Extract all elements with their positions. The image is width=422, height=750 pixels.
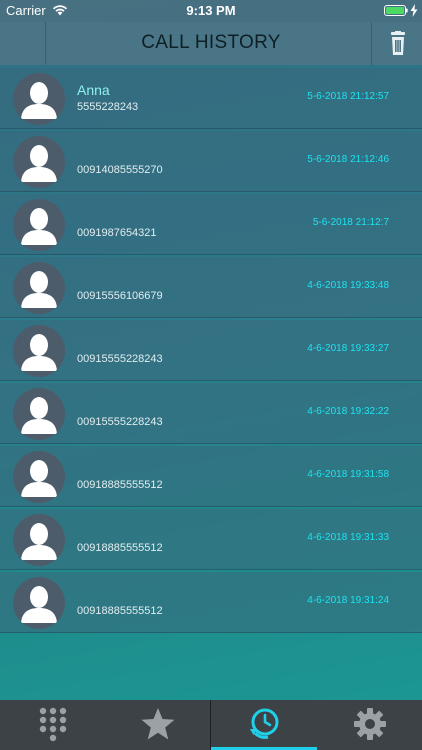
avatar — [13, 199, 65, 251]
call-history-row[interactable]: Anna 5555228243 5-6-2018 21:12:57 — [0, 68, 422, 129]
contact-name: Anna — [77, 82, 110, 98]
person-placeholder-icon — [21, 586, 57, 623]
call-history-row[interactable]: 00915556106679 4-6-2018 19:33:48 — [0, 257, 422, 318]
dialpad-icon — [39, 707, 66, 742]
person-placeholder-icon — [21, 82, 57, 119]
call-timestamp: 4-6-2018 19:33:48 — [307, 280, 389, 291]
avatar — [13, 262, 65, 314]
phone-number: 00918885555512 — [77, 542, 163, 554]
call-timestamp: 4-6-2018 19:32:22 — [307, 406, 389, 417]
tab-settings[interactable] — [317, 700, 422, 750]
person-placeholder-icon — [21, 271, 57, 308]
phone-number: 00918885555512 — [77, 479, 163, 491]
charging-bolt-icon — [410, 4, 418, 17]
tab-dialpad[interactable] — [0, 700, 105, 750]
call-history-row[interactable]: 00918885555512 4-6-2018 19:31:33 — [0, 509, 422, 570]
avatar — [13, 514, 65, 566]
person-placeholder-icon — [21, 523, 57, 560]
call-history-list: Anna 5555228243 5-6-2018 21:12:57 009140… — [0, 68, 422, 635]
history-clock-icon — [250, 708, 279, 739]
call-history-row[interactable]: 00915555228243 4-6-2018 19:33:27 — [0, 320, 422, 381]
call-timestamp: 5-6-2018 21:12:46 — [307, 154, 389, 165]
delete-history-button[interactable] — [386, 31, 410, 56]
call-timestamp: 4-6-2018 19:31:33 — [307, 532, 389, 543]
phone-number: 00915555228243 — [77, 416, 163, 428]
call-history-row[interactable]: 00915555228243 4-6-2018 19:32:22 — [0, 383, 422, 444]
trash-icon — [391, 31, 405, 55]
phone-number: 00918885555512 — [77, 605, 163, 617]
avatar — [13, 577, 65, 629]
battery-icon — [384, 5, 408, 16]
phone-number: 0091987654321 — [77, 227, 157, 239]
status-time: 9:13 PM — [186, 3, 236, 18]
person-placeholder-icon — [21, 460, 57, 497]
tab-history[interactable] — [211, 700, 317, 750]
call-timestamp: 4-6-2018 19:33:27 — [307, 343, 389, 354]
call-timestamp: 4-6-2018 19:31:58 — [307, 469, 389, 480]
status-bar: Carrier 9:13 PM — [0, 0, 422, 22]
avatar — [13, 451, 65, 503]
phone-number: 00914085555270 — [77, 164, 163, 176]
call-timestamp: 4-6-2018 19:31:24 — [307, 595, 389, 606]
avatar — [13, 388, 65, 440]
person-placeholder-icon — [21, 145, 57, 182]
header-divider — [371, 22, 372, 65]
page-title: CALL HISTORY — [141, 32, 281, 53]
avatar — [13, 136, 65, 188]
call-history-row[interactable]: 00918885555512 4-6-2018 19:31:24 — [0, 572, 422, 633]
person-placeholder-icon — [21, 208, 57, 245]
call-history-row[interactable]: 0091987654321 5-6-2018 21:12:7 — [0, 194, 422, 255]
phone-number: 00915555228243 — [77, 353, 163, 365]
call-history-row[interactable]: 00914085555270 5-6-2018 21:12:46 — [0, 131, 422, 192]
phone-number: 00915556106679 — [77, 290, 163, 302]
call-timestamp: 5-6-2018 21:12:57 — [307, 91, 389, 102]
avatar — [13, 325, 65, 377]
call-timestamp: 5-6-2018 21:12:7 — [312, 217, 389, 228]
phone-number: 5555228243 — [77, 101, 139, 113]
tab-bar — [0, 700, 422, 750]
call-history-row[interactable]: 00918885555512 4-6-2018 19:31:58 — [0, 446, 422, 507]
person-placeholder-icon — [21, 397, 57, 434]
avatar — [13, 73, 65, 125]
gear-icon — [353, 708, 386, 740]
tab-favorites[interactable] — [105, 700, 210, 750]
app-header: CALL HISTORY — [0, 22, 422, 65]
person-placeholder-icon — [21, 334, 57, 371]
star-icon — [141, 708, 174, 740]
